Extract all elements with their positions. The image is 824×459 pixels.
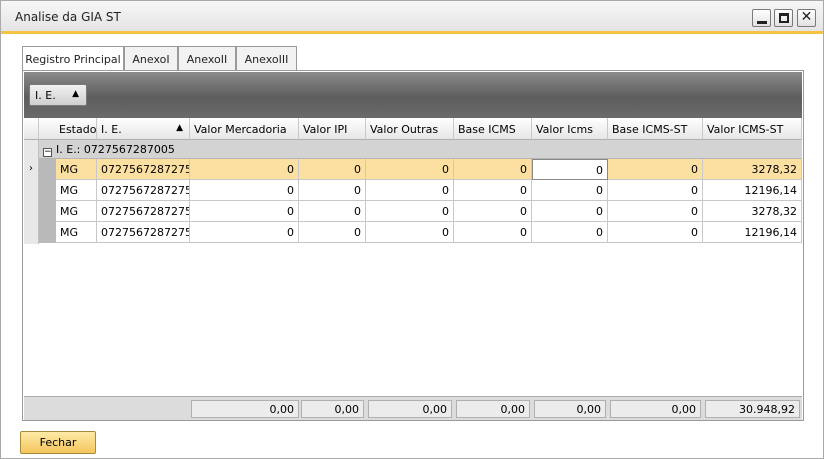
cell-estado[interactable]: MG	[56, 180, 97, 201]
close-button[interactable]: ✕	[797, 9, 816, 27]
total-base-icms: 0,00	[456, 400, 530, 418]
sort-ascending-icon: ▲	[176, 123, 183, 133]
group-by-chip-ie[interactable]: I. E. ▲	[29, 84, 87, 106]
cell-valor-ipi[interactable]: 0	[299, 222, 366, 243]
close-icon: ✕	[800, 9, 813, 25]
column-header-ie[interactable]: I. E. ▲	[97, 118, 190, 140]
group-row-label: I. E.: 0727567287005	[56, 143, 175, 156]
row-selector-column	[24, 140, 39, 244]
cell-estado[interactable]: MG	[56, 222, 97, 243]
current-row-pointer-icon: ›	[29, 163, 33, 174]
group-by-chip-label: I. E.	[35, 89, 56, 102]
cell-valor-mercadoria[interactable]: 0	[190, 159, 299, 180]
cell-valor-outras[interactable]: 0	[366, 180, 454, 201]
cell-base-icms-st[interactable]: 0	[608, 180, 703, 201]
column-header-base-icms-st[interactable]: Base ICMS-ST	[608, 118, 703, 140]
cell-valor-ipi[interactable]: 0	[299, 159, 366, 180]
cell-valor-icms[interactable]: 0	[532, 201, 608, 222]
total-valor-mercadoria: 0,00	[191, 400, 299, 418]
window-title: Analise da GIA ST	[15, 10, 121, 24]
cell-ie[interactable]: 0727567287275	[97, 180, 190, 201]
fechar-button[interactable]: Fechar	[20, 431, 96, 454]
column-header-base-icms[interactable]: Base ICMS	[454, 118, 532, 140]
title-bar: Analise da GIA ST ✕	[1, 1, 823, 34]
cell-valor-icms-st[interactable]: 3278,32	[703, 201, 802, 222]
cell-valor-ipi[interactable]: 0	[299, 201, 366, 222]
tab-panel: I. E. ▲ Estado I. E. ▲ Valor Mercadoria V…	[22, 70, 804, 421]
column-header-valor-mercadoria[interactable]: Valor Mercadoria	[190, 118, 299, 140]
column-header-estado[interactable]: Estado	[39, 118, 97, 140]
cell-estado[interactable]: MG	[56, 201, 97, 222]
cell-valor-outras[interactable]: 0	[366, 222, 454, 243]
cell-valor-icms[interactable]: 0	[532, 222, 608, 243]
tab-anexo-i[interactable]: AnexoI	[124, 46, 178, 70]
group-indent	[39, 159, 56, 243]
cell-valor-icms[interactable]: 0	[532, 180, 608, 201]
cell-base-icms[interactable]: 0	[454, 180, 532, 201]
cell-ie[interactable]: 0727567287275	[97, 222, 190, 243]
cell-base-icms[interactable]: 0	[454, 222, 532, 243]
total-valor-icms-st: 30.948,92	[705, 400, 800, 418]
group-by-area[interactable]: I. E. ▲	[24, 72, 802, 118]
maximize-icon	[779, 13, 789, 23]
cell-valor-mercadoria[interactable]: 0	[190, 222, 299, 243]
sort-ascending-icon: ▲	[72, 89, 79, 99]
cell-ie[interactable]: 0727567287275	[97, 201, 190, 222]
cell-valor-outras[interactable]: 0	[366, 201, 454, 222]
group-row[interactable]: − I. E.: 0727567287005	[39, 140, 802, 159]
header-row-selector	[24, 118, 39, 140]
collapse-icon[interactable]: −	[43, 148, 52, 157]
minimize-button[interactable]	[752, 9, 771, 27]
cell-valor-icms-st[interactable]: 12196,14	[703, 222, 802, 243]
cell-base-icms-st[interactable]: 0	[608, 222, 703, 243]
minimize-icon	[757, 21, 767, 24]
tab-registro-principal[interactable]: Registro Principal	[22, 46, 124, 71]
cell-base-icms-st[interactable]: 0	[608, 201, 703, 222]
cell-estado[interactable]: MG	[56, 159, 97, 180]
cell-base-icms[interactable]: 0	[454, 201, 532, 222]
column-header-valor-ipi[interactable]: Valor IPI	[299, 118, 366, 140]
cell-base-icms-st[interactable]: 0	[608, 159, 703, 180]
column-header-valor-outras[interactable]: Valor Outras	[366, 118, 454, 140]
cell-ie[interactable]: 0727567287275	[97, 159, 190, 180]
cell-valor-icms-st[interactable]: 12196,14	[703, 180, 802, 201]
cell-valor-ipi[interactable]: 0	[299, 180, 366, 201]
column-header-valor-icms[interactable]: Valor Icms	[532, 118, 608, 140]
tab-anexo-iii[interactable]: AnexoIII	[236, 46, 297, 70]
cell-valor-mercadoria[interactable]: 0	[190, 180, 299, 201]
total-base-icms-st: 0,00	[610, 400, 701, 418]
cell-base-icms[interactable]: 0	[454, 159, 532, 180]
tab-anexo-ii[interactable]: AnexoII	[178, 46, 236, 70]
summary-footer: 0,00 0,00 0,00 0,00 0,00 0,00 30.948,92	[24, 396, 802, 420]
window: Analise da GIA ST ✕ Registro Principal A…	[0, 0, 824, 459]
total-valor-ipi: 0,00	[301, 400, 364, 418]
cell-valor-outras[interactable]: 0	[366, 159, 454, 180]
maximize-button[interactable]	[774, 9, 793, 27]
cell-valor-icms-editing[interactable]: 0	[532, 159, 608, 180]
column-header-valor-icms-st[interactable]: Valor ICMS-ST	[703, 118, 802, 140]
column-header-ie-label: I. E.	[101, 123, 122, 136]
total-valor-icms: 0,00	[534, 400, 606, 418]
cell-valor-mercadoria[interactable]: 0	[190, 201, 299, 222]
cell-valor-icms-st[interactable]: 3278,32	[703, 159, 802, 180]
total-valor-outras: 0,00	[368, 400, 452, 418]
